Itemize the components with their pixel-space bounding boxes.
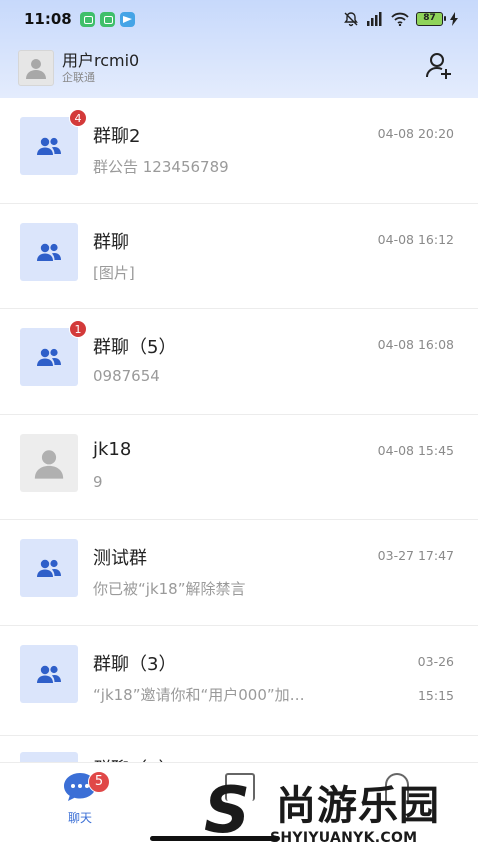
user-avatar[interactable] [18,50,54,86]
watermark-s-letter: S [204,774,251,848]
conversation-item[interactable]: jk18 9 04-08 15:45 [0,415,478,520]
conversation-time: 15:15 [417,687,454,703]
conversation-date: 03-26 [417,653,454,669]
user-placeholder-icon [34,449,64,479]
conversation-time: 04-08 15:45 [377,442,454,458]
conversation-preview: “jk18”邀请你和“用户000”加… [93,685,305,704]
group-avatar [20,644,78,703]
conversation-preview: 群公告 123456789 [93,158,229,176]
conversation-title: 群聊2 [93,126,141,147]
user-placeholder-icon [26,59,46,79]
user-org: 企联通 [62,71,95,84]
conversation-time: 04-08 20:20 [377,126,454,141]
group-avatar [20,222,78,281]
mute-bell-icon [344,12,358,27]
group-icon [37,137,61,155]
wechat-app-icon [99,11,115,27]
group-icon [37,348,61,366]
status-time: 11:08 [24,10,72,28]
conversation-item[interactable]: 群聊 [图片] 04-08 16:12 [0,204,478,309]
conversation-preview: 你已被“jk18”解除禁言 [93,580,246,598]
conversation-title: 测试群 [93,548,147,569]
group-icon [37,559,61,577]
conversation-item[interactable]: 群聊（3） “jk18”邀请你和“用户000”加… 03-26 15:15 [0,626,478,736]
group-avatar [20,328,78,386]
chat-unread-badge: 5 [88,771,110,793]
conversation-title: jk18 [93,438,132,460]
conversation-item[interactable]: 1 群聊（5） 0987654 04-08 16:08 [0,309,478,415]
battery-indicator: 87 [416,12,446,26]
tab-chat-label: 聊天 [67,811,92,825]
group-avatar [20,539,78,597]
conversation-item[interactable]: 4 群聊2 群公告 123456789 04-08 20:20 [0,98,478,204]
conversation-title: 群聊（3） [93,653,177,675]
conversation-title: 群聊 [93,231,129,253]
watermark-name: 尚游乐园 [276,783,440,829]
user-name: 用户rcmi0 [62,51,140,70]
group-icon [37,243,61,261]
conversation-item-partial[interactable]: 群聊（2） [0,735,478,763]
conversation-time: 04-08 16:12 [377,231,454,247]
conversation-title: 群聊（5） [93,337,177,358]
conversation-preview: 0987654 [93,367,160,385]
tab-chat[interactable]: 5 聊天 [58,771,110,826]
add-contact-button[interactable] [424,51,454,85]
person-avatar [20,433,78,492]
status-bar: 11:08 87 [0,0,478,38]
cellular-signal-icon [367,12,382,26]
conversation-preview: 9 [93,472,103,491]
unread-badge: 1 [69,320,87,338]
group-avatar [20,117,78,175]
telegram-app-icon [119,11,135,27]
conversation-item[interactable]: 测试群 你已被“jk18”解除禁言 03-27 17:47 [0,520,478,626]
charging-bolt-icon [450,12,458,26]
unread-badge: 4 [69,109,87,127]
group-icon [37,665,61,683]
message-app-icon [79,11,95,27]
conversation-time: 03-27 17:47 [377,548,454,563]
user-info: 用户rcmi0 企联通 [62,51,139,85]
conversation-time: 04-08 16:08 [377,337,454,352]
add-user-icon [426,53,451,79]
wifi-icon [391,12,409,26]
app-header: 用户rcmi0 企联通 [0,40,478,96]
watermark-domain: SHYIYUANYK.COM [270,830,418,846]
home-indicator[interactable] [150,836,280,841]
conversation-list: 4 群聊2 群公告 123456789 04-08 20:20 群聊 [图片] … [0,98,478,736]
conversation-preview: [图片] [93,263,135,282]
